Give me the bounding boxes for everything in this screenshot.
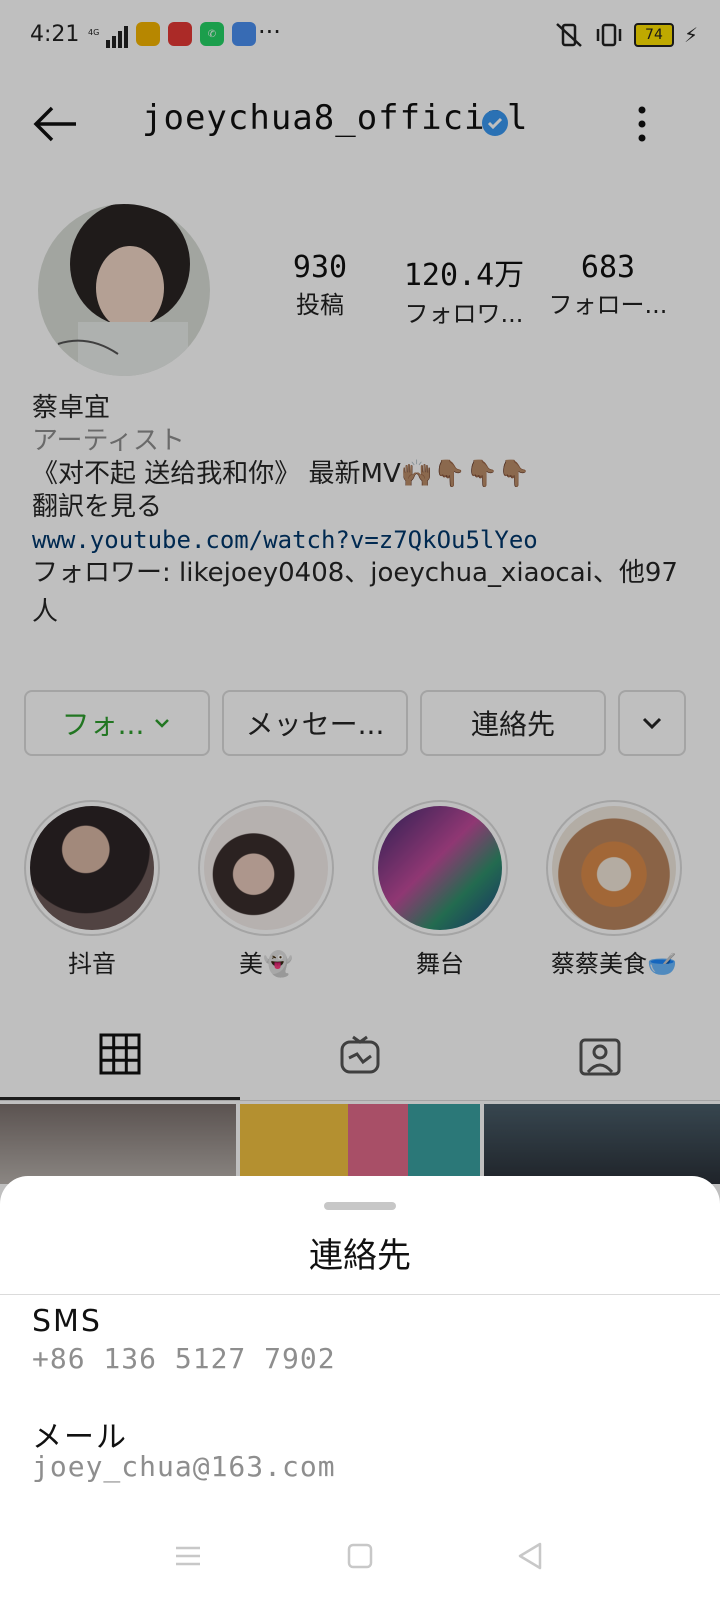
menu-nav-icon[interactable] xyxy=(172,1540,204,1572)
back-nav-icon[interactable] xyxy=(514,1540,546,1572)
email-address: joey_chua@163.com xyxy=(32,1450,336,1483)
sheet-drag-handle[interactable] xyxy=(324,1202,396,1210)
sms-label: SMS xyxy=(32,1304,102,1339)
contact-row-sms[interactable]: SMS +86 136 5127 7902 xyxy=(0,1294,720,1398)
contact-row-email[interactable]: メール joey_chua@163.com xyxy=(0,1402,720,1506)
system-nav-bar xyxy=(0,1510,720,1600)
home-nav-icon[interactable] xyxy=(344,1540,376,1572)
sms-number: +86 136 5127 7902 xyxy=(32,1342,336,1375)
sheet-title: 連絡先 xyxy=(309,1236,411,1276)
